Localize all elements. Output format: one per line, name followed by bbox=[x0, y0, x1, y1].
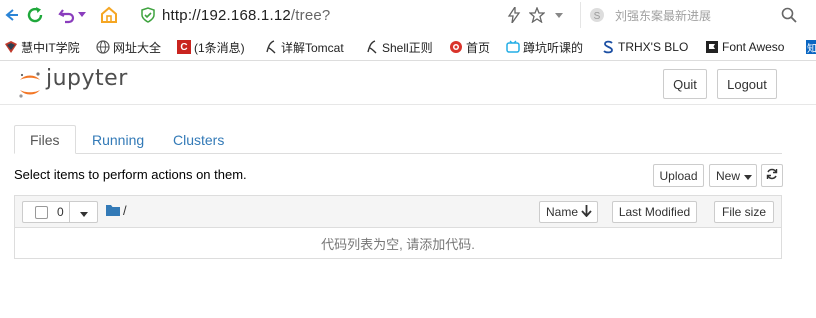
quit-button[interactable]: Quit bbox=[663, 69, 707, 99]
bookmark-label: Font Aweso bbox=[722, 40, 785, 54]
url-text: http://192.168.1.12/tree? bbox=[162, 7, 330, 24]
bookmark-item[interactable]: 网址大全 bbox=[96, 38, 161, 56]
tab-files[interactable]: Files bbox=[14, 125, 76, 154]
globe-icon bbox=[96, 40, 110, 54]
bookmark-item[interactable]: Font Aweso bbox=[705, 38, 784, 56]
brand-icon bbox=[449, 40, 463, 54]
instructions-text: Select items to perform actions on them. bbox=[14, 167, 247, 182]
upload-button[interactable]: Upload bbox=[653, 164, 704, 187]
caret-down-icon bbox=[744, 169, 753, 183]
search-placeholder: 刘强东案最新进展 bbox=[615, 8, 712, 23]
lightning-icon[interactable] bbox=[503, 4, 525, 26]
selected-count: 0 bbox=[57, 205, 64, 219]
bookmark-label: (1条消息) bbox=[194, 40, 245, 55]
bookmark-item[interactable]: 慧中IT学院 bbox=[4, 38, 80, 56]
new-label: New bbox=[716, 168, 741, 183]
new-dropdown-button[interactable]: New bbox=[709, 164, 757, 187]
home-icon[interactable] bbox=[98, 4, 120, 26]
bookmark-label: 知 bbox=[807, 43, 816, 55]
bookmark-item[interactable]: 蹲坑听课的 bbox=[506, 38, 583, 56]
undo-icon[interactable] bbox=[56, 4, 78, 26]
star-icon[interactable] bbox=[526, 4, 548, 26]
refresh-icon bbox=[766, 168, 778, 183]
search-icon[interactable] bbox=[781, 7, 797, 26]
arrow-down-icon bbox=[581, 204, 592, 220]
bookmark-label: Shell正则 bbox=[382, 40, 433, 55]
browser-toolbar: http://192.168.1.12/tree? S 刘强东案最新进展 bbox=[0, 0, 816, 32]
bookmark-label: 详解Tomcat bbox=[281, 40, 344, 55]
bookmark-label: 慧中IT学院 bbox=[21, 40, 80, 55]
search-box[interactable]: S 刘强东案最新进展 bbox=[580, 2, 816, 28]
search-engine-icon: S bbox=[589, 7, 605, 26]
bookmark-item[interactable]: TRHX'S BLO bbox=[601, 38, 688, 56]
tv-icon bbox=[506, 40, 520, 54]
select-all-checkbox[interactable] bbox=[35, 205, 48, 219]
caret-down-icon bbox=[79, 205, 88, 220]
bookmark-label: TRHX'S BLO bbox=[618, 40, 689, 54]
bookmark-item[interactable]: 详解Tomcat bbox=[264, 38, 344, 56]
script-icon bbox=[365, 40, 379, 54]
dropdown-icon[interactable] bbox=[552, 4, 566, 26]
jupyter-logo-text[interactable]: jupyter bbox=[46, 66, 128, 91]
chevron-down-icon[interactable] bbox=[76, 4, 88, 26]
security-shield-icon bbox=[140, 7, 156, 26]
bookmark-label: 蹲坑听课的 bbox=[523, 40, 584, 55]
bookmark-item[interactable]: 首页 bbox=[449, 38, 490, 56]
column-name-label: Name bbox=[546, 205, 579, 219]
folder-icon[interactable] bbox=[106, 204, 120, 219]
zhihu-icon: 知 bbox=[806, 40, 816, 55]
back-icon[interactable] bbox=[0, 4, 22, 26]
tab-running[interactable]: Running bbox=[77, 125, 159, 154]
bookmarks-bar: 慧中IT学院 网址大全 C (1条消息) 详解Tomcat Shell正则 首页… bbox=[0, 32, 816, 61]
empty-list-message: 代码列表为空, 请添加代码. bbox=[321, 236, 475, 252]
url-path: /tree? bbox=[290, 6, 331, 24]
sort-size-button[interactable]: File size bbox=[714, 201, 774, 223]
svg-text:S: S bbox=[594, 11, 601, 22]
script-icon bbox=[264, 40, 278, 54]
bookmark-label: 网址大全 bbox=[113, 40, 162, 55]
csdn-icon: C bbox=[177, 40, 191, 54]
bookmark-label: 首页 bbox=[466, 40, 491, 55]
flag-icon bbox=[705, 40, 719, 54]
bookmark-item[interactable]: C (1条消息) bbox=[177, 38, 245, 56]
bookmark-item[interactable]: Shell正则 bbox=[365, 38, 433, 56]
sort-modified-button[interactable]: Last Modified bbox=[612, 201, 697, 223]
select-all-control[interactable]: 0 bbox=[22, 201, 70, 223]
jupyter-logo-icon[interactable] bbox=[17, 71, 43, 102]
sort-name-button[interactable]: Name bbox=[539, 201, 598, 223]
s-icon bbox=[601, 40, 615, 54]
brand-icon bbox=[4, 40, 18, 54]
reload-icon[interactable] bbox=[24, 4, 46, 26]
tab-clusters[interactable]: Clusters bbox=[158, 125, 239, 154]
logout-button[interactable]: Logout bbox=[717, 69, 777, 99]
bookmark-item[interactable]: 知 bbox=[806, 38, 816, 56]
url-host: http://192.168.1.12 bbox=[162, 6, 291, 24]
selection-dropdown-button[interactable] bbox=[69, 201, 98, 223]
breadcrumb[interactable]: / bbox=[123, 203, 127, 218]
refresh-button[interactable] bbox=[761, 164, 783, 187]
